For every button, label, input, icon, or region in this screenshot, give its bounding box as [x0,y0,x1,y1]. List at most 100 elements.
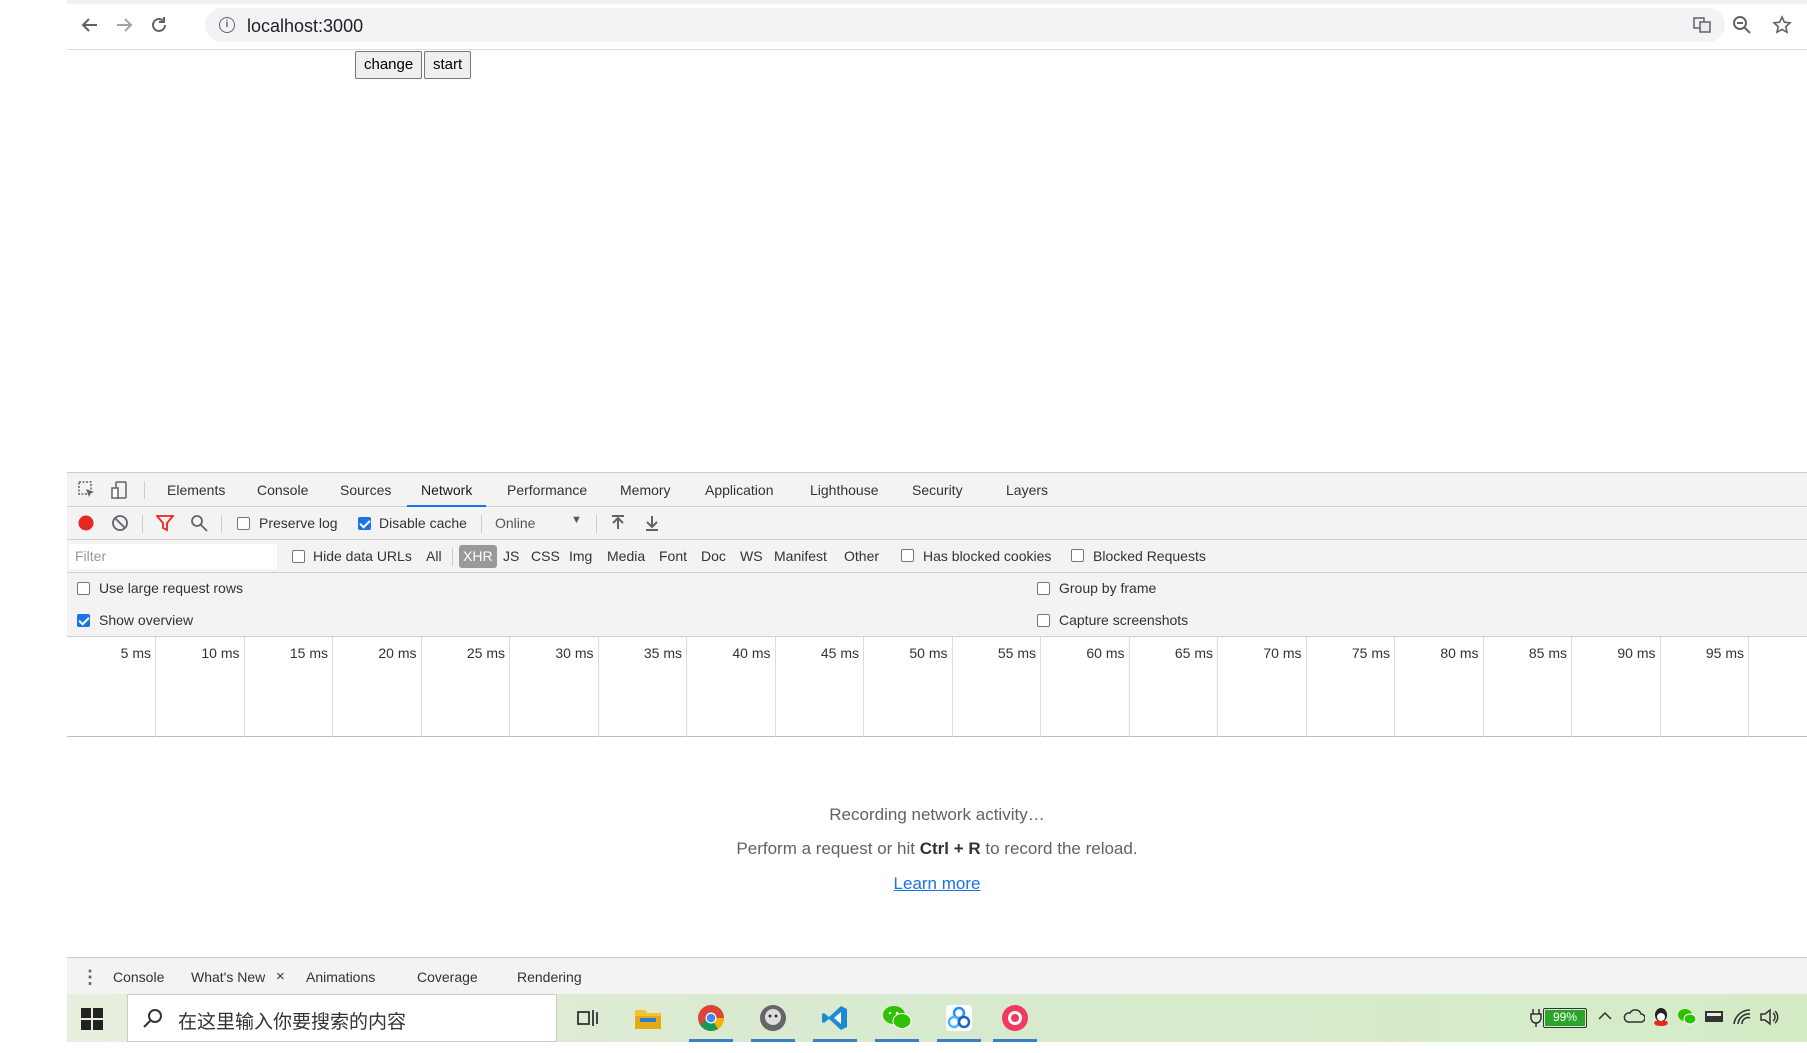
filter-type-media[interactable]: Media [603,545,649,568]
large-rows-label[interactable]: Use large request rows [99,580,243,596]
blocked-requests-checkbox[interactable] [1071,549,1084,562]
close-icon[interactable]: × [276,958,285,996]
filter-type-img[interactable]: Img [565,545,596,568]
filter-type-ws[interactable]: WS [736,545,767,568]
url-text[interactable]: localhost:3000 [247,16,363,37]
disable-cache-label[interactable]: Disable cache [379,515,467,531]
preserve-log-checkbox[interactable] [237,517,250,530]
group-by-frame-label[interactable]: Group by frame [1059,580,1156,596]
search-icon[interactable] [190,514,210,534]
tab-layers[interactable]: Layers [1006,473,1048,507]
info-icon[interactable]: i [219,17,235,33]
filter-type-font[interactable]: Font [655,545,691,568]
divider [221,515,222,533]
taskbar-search-placeholder[interactable]: 在这里输入你要搜索的内容 [178,1007,406,1034]
tab-application[interactable]: Application [705,473,774,507]
throttling-select[interactable]: Online [495,515,535,531]
tab-sources[interactable]: Sources [340,473,391,507]
import-har-icon[interactable] [609,514,629,534]
timeline-gridline [597,637,599,737]
tab-memory[interactable]: Memory [620,473,671,507]
timeline-tick-label: 45 ms [820,645,859,661]
timeline-gridline [1217,637,1218,737]
vscode-icon[interactable] [813,1000,857,1042]
forward-icon[interactable] [111,12,137,38]
zoom-icon[interactable] [1730,13,1754,37]
clear-icon[interactable] [111,514,131,534]
task-view-icon[interactable] [570,1000,606,1036]
wifi-icon[interactable] [1732,1008,1752,1031]
has-blocked-cookies-label[interactable]: Has blocked cookies [923,548,1051,564]
user-app-icon[interactable] [751,1000,795,1042]
disable-cache-checkbox[interactable] [358,517,371,530]
hide-data-urls-checkbox[interactable] [292,550,305,563]
overview-timeline[interactable]: 5 ms 10 ms 15 ms 20 ms 25 ms 30 ms 35 ms 40 ms 4… [67,637,1807,737]
wechat-icon[interactable] [875,1000,919,1042]
volume-icon[interactable] [1759,1008,1779,1031]
drawer-tab-whats-new[interactable]: What's New [191,958,265,996]
filter-input[interactable]: Filter [69,544,277,569]
screen-recorder-icon[interactable] [993,1000,1037,1042]
recording-message: Recording network activity… [829,805,1045,824]
back-icon[interactable] [77,12,103,38]
timeline-gridline [951,637,953,737]
filter-type-doc[interactable]: Doc [697,545,730,568]
taskbar-search[interactable]: 在这里输入你要搜索的内容 [127,994,557,1042]
start-button[interactable]: start [424,51,472,79]
show-overview-checkbox[interactable] [77,614,90,627]
card-icon[interactable] [1704,1008,1724,1029]
preserve-log-label[interactable]: Preserve log [259,515,338,531]
filter-type-css[interactable]: CSS [527,545,564,568]
learn-more-link[interactable]: Learn more [894,874,981,893]
device-toolbar-icon[interactable] [110,480,130,500]
address-bar[interactable]: i localhost:3000 [205,8,1725,42]
drawer-tab-console[interactable]: Console [113,958,164,996]
network-app-icon[interactable] [937,1000,981,1042]
cloud-icon[interactable] [1623,1008,1646,1029]
large-rows-checkbox[interactable] [77,582,90,595]
tab-lighthouse[interactable]: Lighthouse [810,473,879,507]
has-blocked-cookies-checkbox[interactable] [901,549,914,562]
chrome-icon[interactable] [689,1000,733,1042]
qq-icon[interactable] [1652,1006,1670,1033]
windows-taskbar: 在这里输入你要搜索的内容 99% [67,994,1807,1042]
windows-start-icon[interactable] [81,1008,103,1030]
drawer-tab-rendering[interactable]: Rendering [517,958,582,996]
timeline-gridline [1571,637,1572,737]
filter-icon[interactable] [155,514,176,534]
group-by-frame-checkbox[interactable] [1037,582,1050,595]
tab-console[interactable]: Console [257,473,308,507]
export-har-icon[interactable] [643,514,663,534]
change-button[interactable]: change [355,51,423,79]
search-icon [142,1008,164,1033]
capture-screenshots-label[interactable]: Capture screenshots [1059,612,1188,628]
chevron-up-icon[interactable] [1597,1008,1613,1029]
drawer-tab-coverage[interactable]: Coverage [417,958,478,996]
tab-elements[interactable]: Elements [167,473,225,507]
star-icon[interactable] [1770,13,1794,37]
filter-type-manifest[interactable]: Manifest [770,545,831,568]
chevron-down-icon[interactable]: ▼ [571,514,582,526]
tab-security[interactable]: Security [912,473,963,507]
filter-type-all[interactable]: All [422,545,446,568]
drawer-tab-animations[interactable]: Animations [306,958,375,996]
timeline-gridline [332,637,333,737]
translate-icon[interactable] [1690,13,1714,37]
capture-screenshots-checkbox[interactable] [1037,614,1050,627]
reload-icon[interactable] [146,12,172,38]
battery-indicator[interactable]: 99% [1543,1008,1587,1028]
blocked-requests-label[interactable]: Blocked Requests [1093,548,1206,564]
show-overview-label[interactable]: Show overview [99,612,193,628]
file-explorer-icon[interactable] [630,1000,666,1036]
reload-hint: Perform a request or hit Ctrl + R to rec… [67,839,1807,859]
tab-network[interactable]: Network [406,473,487,508]
wechat-tray-icon[interactable] [1677,1008,1697,1031]
more-options-icon[interactable]: ⋮ [81,958,99,996]
inspect-element-icon[interactable] [77,480,97,500]
tab-performance[interactable]: Performance [507,473,587,507]
hide-data-urls-label[interactable]: Hide data URLs [313,548,412,564]
filter-type-other[interactable]: Other [840,545,883,568]
filter-type-js[interactable]: JS [499,545,523,568]
filter-type-xhr[interactable]: XHR [459,545,497,568]
record-icon[interactable] [77,514,97,534]
